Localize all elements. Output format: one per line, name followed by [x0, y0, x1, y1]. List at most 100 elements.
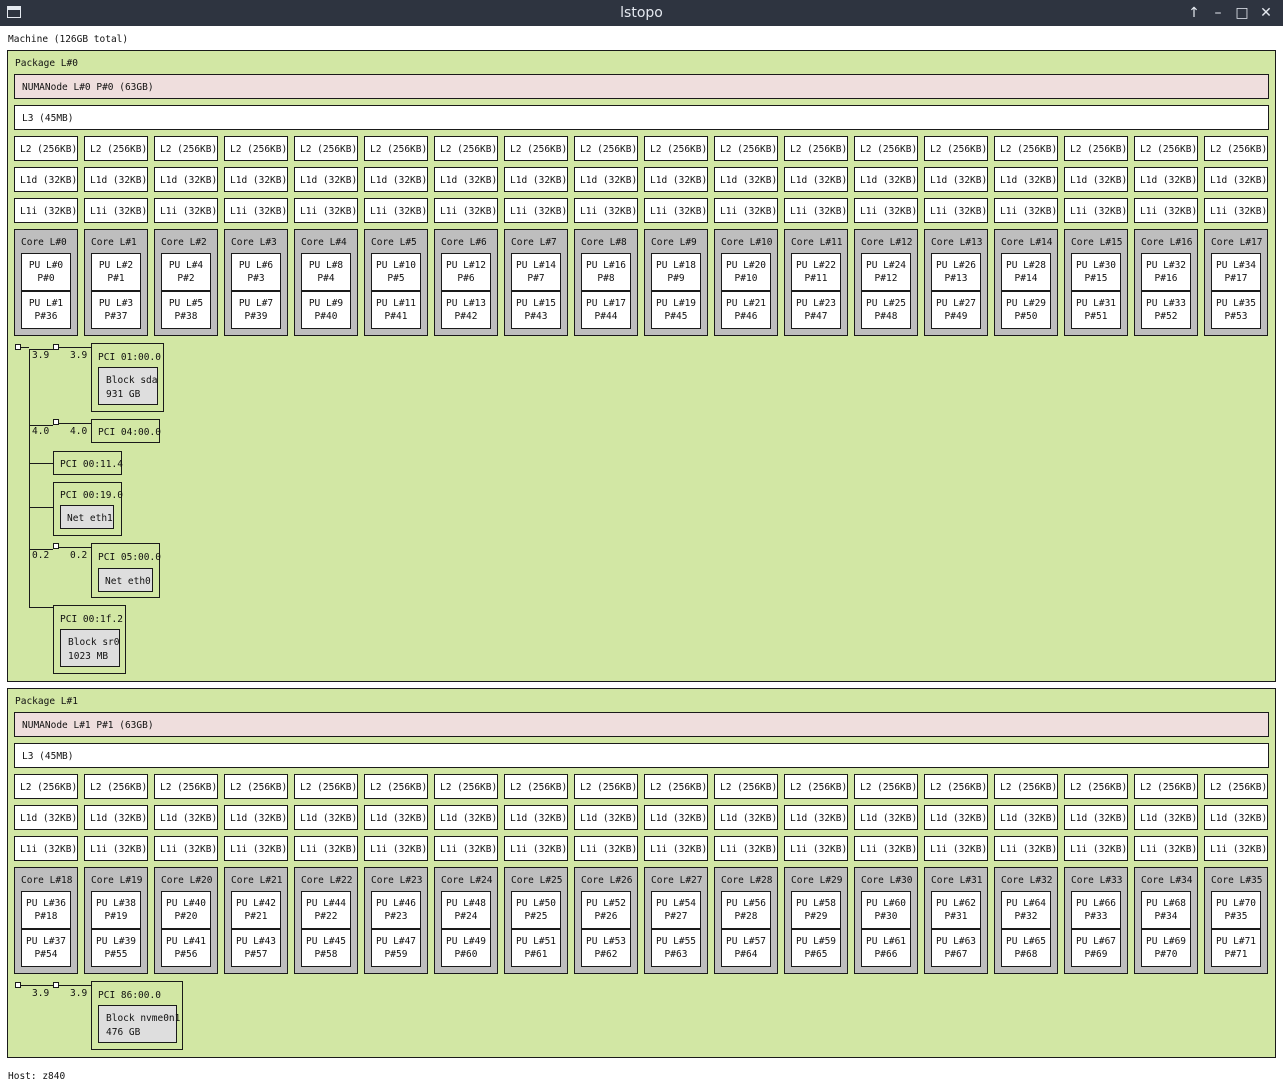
pu: PU L#42 P#21 — [231, 891, 281, 929]
l1i-label: L1i (32KB) — [440, 206, 498, 217]
l1i-cache: L1i (32KB) — [224, 836, 288, 861]
pu-physical-label: P#17 — [1224, 273, 1248, 284]
l1d-label: L1d (32KB) — [650, 175, 708, 186]
pu: PU L#45 P#58 — [301, 929, 351, 967]
pci-bridge-square — [53, 419, 59, 425]
pu-physical-label: P#65 — [804, 949, 828, 960]
l1d-label: L1d (32KB) — [1140, 175, 1198, 186]
pu-logical-label: PU L#70 — [1215, 898, 1257, 909]
pu-logical-label: PU L#24 — [865, 260, 907, 271]
pu-physical-label: P#10 — [734, 273, 758, 284]
pu-logical-label: PU L#19 — [655, 298, 697, 309]
pu-physical-label: P#40 — [314, 311, 338, 322]
device-size: 1023 MB — [68, 651, 109, 662]
pu-physical-label: P#48 — [874, 311, 898, 322]
l2-cache: L2 (256KB) — [1064, 774, 1128, 799]
core: Core L#28 PU L#56 P#28 PU L#57 P#64 — [714, 867, 778, 974]
l2-label: L2 (256KB) — [790, 144, 848, 155]
bandwidth-label: 4.0 — [32, 426, 50, 437]
close-icon[interactable]: ✕ — [1256, 3, 1276, 23]
pu-logical-label: PU L#13 — [445, 298, 487, 309]
core: Core L#6 PU L#12 P#6 PU L#13 P#42 — [434, 229, 498, 336]
pu: PU L#61 P#66 — [861, 929, 911, 967]
l2-label: L2 (256KB) — [160, 144, 218, 155]
tree-link — [59, 423, 91, 424]
pu: PU L#40 P#20 — [161, 891, 211, 929]
pu-logical-label: PU L#59 — [795, 936, 837, 947]
l1d-label: L1d (32KB) — [790, 175, 848, 186]
core-label: Core L#33 — [1071, 875, 1123, 886]
pu-logical-label: PU L#56 — [725, 898, 767, 909]
core-label: Core L#17 — [1211, 237, 1263, 248]
pu: PU L#37 P#54 — [21, 929, 71, 967]
l1d-label: L1d (32KB) — [1210, 175, 1268, 186]
pu: PU L#48 P#24 — [441, 891, 491, 929]
tree-link — [21, 985, 53, 986]
l1d-label: L1d (32KB) — [930, 813, 988, 824]
pu: PU L#32 P#16 — [1141, 253, 1191, 291]
core-label: Core L#31 — [931, 875, 983, 886]
l1i-cache: L1i (32KB) — [294, 198, 358, 223]
l1i-cache: L1i (32KB) — [504, 198, 568, 223]
l2-label: L2 (256KB) — [580, 144, 638, 155]
pu-logical-label: PU L#53 — [585, 936, 627, 947]
pu: PU L#3 P#37 — [91, 291, 141, 329]
l1d-label: L1d (32KB) — [1070, 813, 1128, 824]
l1i-label: L1i (32KB) — [1140, 844, 1198, 855]
l2-label: L2 (256KB) — [300, 144, 358, 155]
pu-logical-label: PU L#18 — [655, 260, 697, 271]
pu-logical-label: PU L#1 — [28, 298, 64, 309]
l2-label: L2 (256KB) — [1140, 144, 1198, 155]
l2-label: L2 (256KB) — [20, 782, 78, 793]
window-titlebar[interactable]: lstopo ↑ – □ ✕ — [0, 0, 1283, 26]
pu: PU L#26 P#13 — [931, 253, 981, 291]
package-1: Package L#1 NUMANode L#1 P#1 (63GB) L3 (45… — [7, 688, 1276, 1058]
pu-logical-label: PU L#37 — [25, 936, 67, 947]
block-device: Block sr0 1023 MB — [60, 629, 120, 667]
pu-logical-label: PU L#7 — [238, 298, 274, 309]
keep-above-icon[interactable]: ↑ — [1184, 3, 1204, 23]
core-label: Core L#34 — [1141, 875, 1193, 886]
l1i-label: L1i (32KB) — [90, 844, 148, 855]
pu-physical-label: P#14 — [1014, 273, 1038, 284]
pu-logical-label: PU L#45 — [305, 936, 347, 947]
pu-physical-label: P#39 — [244, 311, 268, 322]
pu-physical-label: P#8 — [597, 273, 615, 284]
bandwidth-label: 0.2 — [70, 550, 88, 561]
l2-label: L2 (256KB) — [1070, 782, 1128, 793]
minimize-icon[interactable]: – — [1208, 3, 1228, 23]
pu-logical-label: PU L#71 — [1215, 936, 1257, 947]
pu-logical-label: PU L#39 — [95, 936, 137, 947]
l1d-label: L1d (32KB) — [580, 813, 638, 824]
pu: PU L#62 P#31 — [931, 891, 981, 929]
core: Core L#9 PU L#18 P#9 PU L#19 P#45 — [644, 229, 708, 336]
pu-physical-label: P#43 — [524, 311, 548, 322]
pu-logical-label: PU L#40 — [165, 898, 207, 909]
l2-cache: L2 (256KB) — [924, 774, 988, 799]
device-name: Net eth0 — [105, 576, 151, 587]
l2-label: L2 (256KB) — [370, 782, 428, 793]
pu-physical-label: P#46 — [734, 311, 758, 322]
l1i-cache: L1i (32KB) — [434, 836, 498, 861]
l1i-cache: L1i (32KB) — [294, 836, 358, 861]
core-label: Core L#19 — [91, 875, 143, 886]
l1d-cache: L1d (32KB) — [504, 805, 568, 830]
pu: PU L#2 P#1 — [91, 253, 141, 291]
l1d-label: L1d (32KB) — [930, 175, 988, 186]
pu: PU L#58 P#29 — [791, 891, 841, 929]
maximize-icon[interactable]: □ — [1232, 3, 1252, 23]
l1i-label: L1i (32KB) — [720, 206, 778, 217]
package-label: Package L#1 — [15, 696, 78, 707]
l2-label: L2 (256KB) — [440, 144, 498, 155]
core-label: Core L#27 — [651, 875, 703, 886]
core: Core L#23 PU L#46 P#23 PU L#47 P#59 — [364, 867, 428, 974]
core: Core L#25 PU L#50 P#25 PU L#51 P#61 — [504, 867, 568, 974]
l1d-label: L1d (32KB) — [160, 175, 218, 186]
pu-logical-label: PU L#68 — [1145, 898, 1187, 909]
l2-label: L2 (256KB) — [160, 782, 218, 793]
l1d-label: L1d (32KB) — [580, 175, 638, 186]
l1d-cache: L1d (32KB) — [224, 167, 288, 192]
l2-label: L2 (256KB) — [90, 144, 148, 155]
pu-logical-label: PU L#3 — [98, 298, 134, 309]
l1i-cache: L1i (32KB) — [434, 198, 498, 223]
